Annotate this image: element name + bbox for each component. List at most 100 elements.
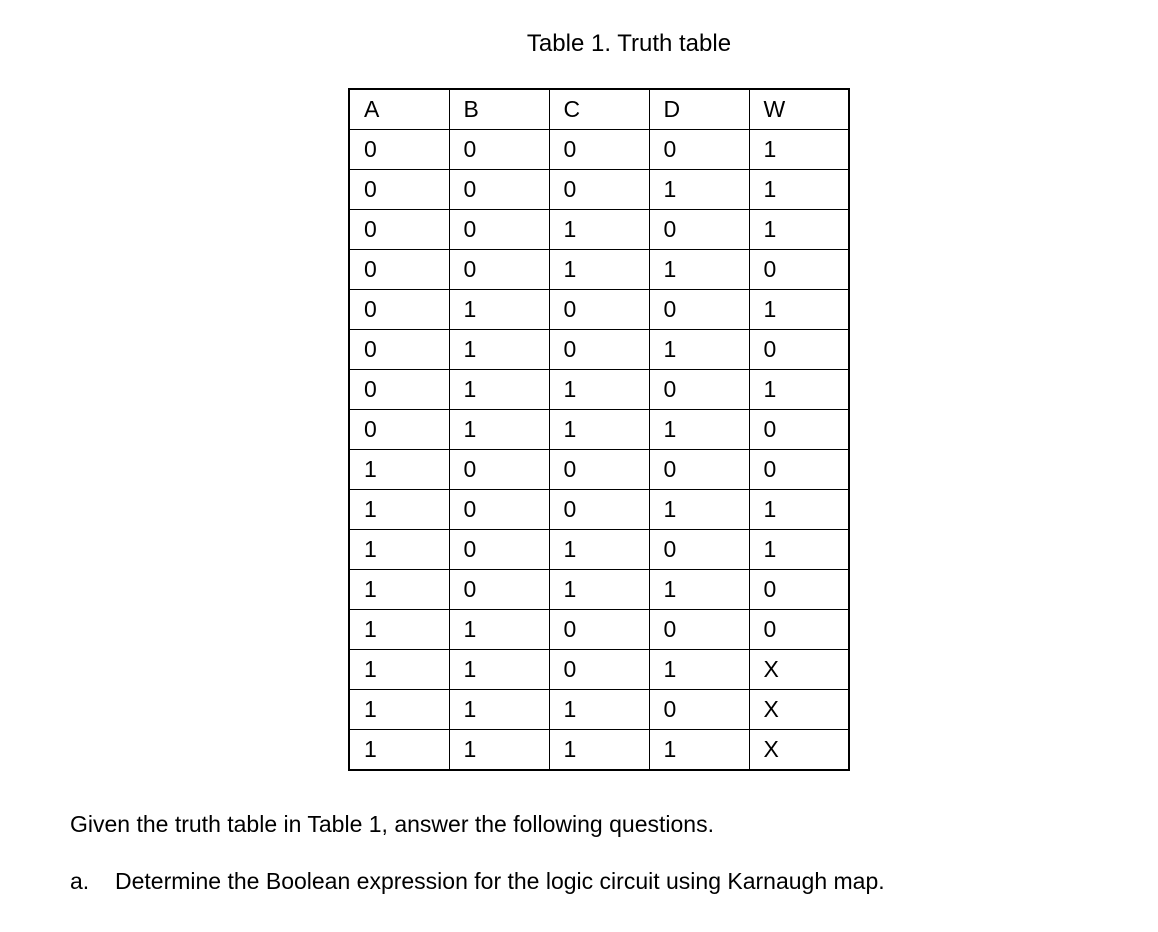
table-cell: 0: [749, 250, 849, 290]
table-cell: 1: [749, 170, 849, 210]
table-cell: 1: [749, 530, 849, 570]
table-row: 01010: [349, 330, 849, 370]
table-header-row: A B C D W: [349, 89, 849, 130]
table-cell: 0: [549, 490, 649, 530]
table-cell: 0: [349, 130, 449, 170]
table-cell: 0: [449, 250, 549, 290]
table-cell: 1: [449, 410, 549, 450]
table-cell: 1: [549, 250, 649, 290]
table-cell: 0: [449, 210, 549, 250]
table-cell: 0: [549, 450, 649, 490]
table-row: 11000: [349, 610, 849, 650]
table-cell: 1: [749, 290, 849, 330]
table-row: 1111X: [349, 730, 849, 771]
table-cell: 0: [749, 610, 849, 650]
table-cell: 1: [549, 210, 649, 250]
table-row: 00110: [349, 250, 849, 290]
table-cell: 0: [749, 570, 849, 610]
table-cell: 0: [649, 530, 749, 570]
table-cell: 1: [549, 370, 649, 410]
table-cell: 0: [749, 410, 849, 450]
table-cell: 1: [449, 290, 549, 330]
col-header-a: A: [349, 89, 449, 130]
table-row: 1101X: [349, 650, 849, 690]
table-row: 10000: [349, 450, 849, 490]
col-header-b: B: [449, 89, 549, 130]
table-cell: X: [749, 730, 849, 771]
table-cell: 0: [349, 250, 449, 290]
table-cell: 1: [349, 570, 449, 610]
table-cell: 1: [449, 330, 549, 370]
table-cell: 0: [749, 450, 849, 490]
table-cell: 0: [449, 570, 549, 610]
table-cell: 1: [349, 650, 449, 690]
table-row: 01101: [349, 370, 849, 410]
table-cell: 1: [549, 530, 649, 570]
table-cell: 1: [649, 570, 749, 610]
table-row: 10011: [349, 490, 849, 530]
table-cell: 1: [449, 370, 549, 410]
table-cell: 1: [649, 490, 749, 530]
table-cell: 0: [349, 330, 449, 370]
table-row: 10101: [349, 530, 849, 570]
table-row: 10110: [349, 570, 849, 610]
table-cell: 0: [549, 130, 649, 170]
table-cell: 1: [549, 570, 649, 610]
table-cell: 1: [449, 690, 549, 730]
table-cell: 1: [349, 730, 449, 771]
table-cell: 0: [649, 210, 749, 250]
table-cell: 1: [749, 490, 849, 530]
table-cell: 1: [649, 650, 749, 690]
table-row: 1110X: [349, 690, 849, 730]
table-cell: 1: [349, 530, 449, 570]
table-cell: 1: [349, 690, 449, 730]
table-cell: 0: [549, 650, 649, 690]
table-cell: 0: [449, 530, 549, 570]
table-cell: 0: [449, 130, 549, 170]
table-cell: 0: [349, 170, 449, 210]
table-cell: 1: [649, 730, 749, 771]
table-cell: 0: [549, 330, 649, 370]
table-row: 01110: [349, 410, 849, 450]
table-cell: 0: [549, 610, 649, 650]
question-a: a. Determine the Boolean expression for …: [70, 868, 1098, 895]
col-header-w: W: [749, 89, 849, 130]
table-cell: 0: [649, 370, 749, 410]
table-cell: 1: [749, 370, 849, 410]
instruction-text: Given the truth table in Table 1, answer…: [70, 811, 1098, 838]
table-cell: 1: [349, 490, 449, 530]
question-a-label: a.: [70, 868, 95, 895]
col-header-c: C: [549, 89, 649, 130]
table-cell: 0: [449, 450, 549, 490]
table-cell: 0: [649, 450, 749, 490]
table-cell: X: [749, 650, 849, 690]
table-cell: 0: [549, 170, 649, 210]
table-title: Table 1. Truth table: [160, 30, 1098, 58]
table-body: 0000100011001010011001001010100110101110…: [349, 130, 849, 771]
table-cell: 0: [649, 610, 749, 650]
table-cell: 1: [649, 250, 749, 290]
table-cell: 0: [349, 410, 449, 450]
table-cell: 1: [749, 210, 849, 250]
table-cell: X: [749, 690, 849, 730]
table-cell: 0: [549, 290, 649, 330]
question-a-text: Determine the Boolean expression for the…: [115, 868, 885, 895]
table-cell: 1: [549, 690, 649, 730]
table-cell: 1: [349, 450, 449, 490]
table-cell: 0: [449, 490, 549, 530]
table-cell: 1: [649, 410, 749, 450]
table-cell: 0: [649, 290, 749, 330]
table-cell: 0: [649, 130, 749, 170]
table-cell: 0: [349, 290, 449, 330]
table-cell: 1: [649, 170, 749, 210]
table-cell: 1: [449, 730, 549, 771]
table-row: 00011: [349, 170, 849, 210]
table-cell: 1: [449, 650, 549, 690]
table-cell: 0: [349, 210, 449, 250]
table-cell: 1: [549, 410, 649, 450]
truth-table: A B C D W 000010001100101001100100101010…: [348, 88, 850, 771]
table-container: A B C D W 000010001100101001100100101010…: [100, 88, 1098, 771]
table-cell: 0: [349, 370, 449, 410]
table-cell: 0: [649, 690, 749, 730]
table-row: 01001: [349, 290, 849, 330]
